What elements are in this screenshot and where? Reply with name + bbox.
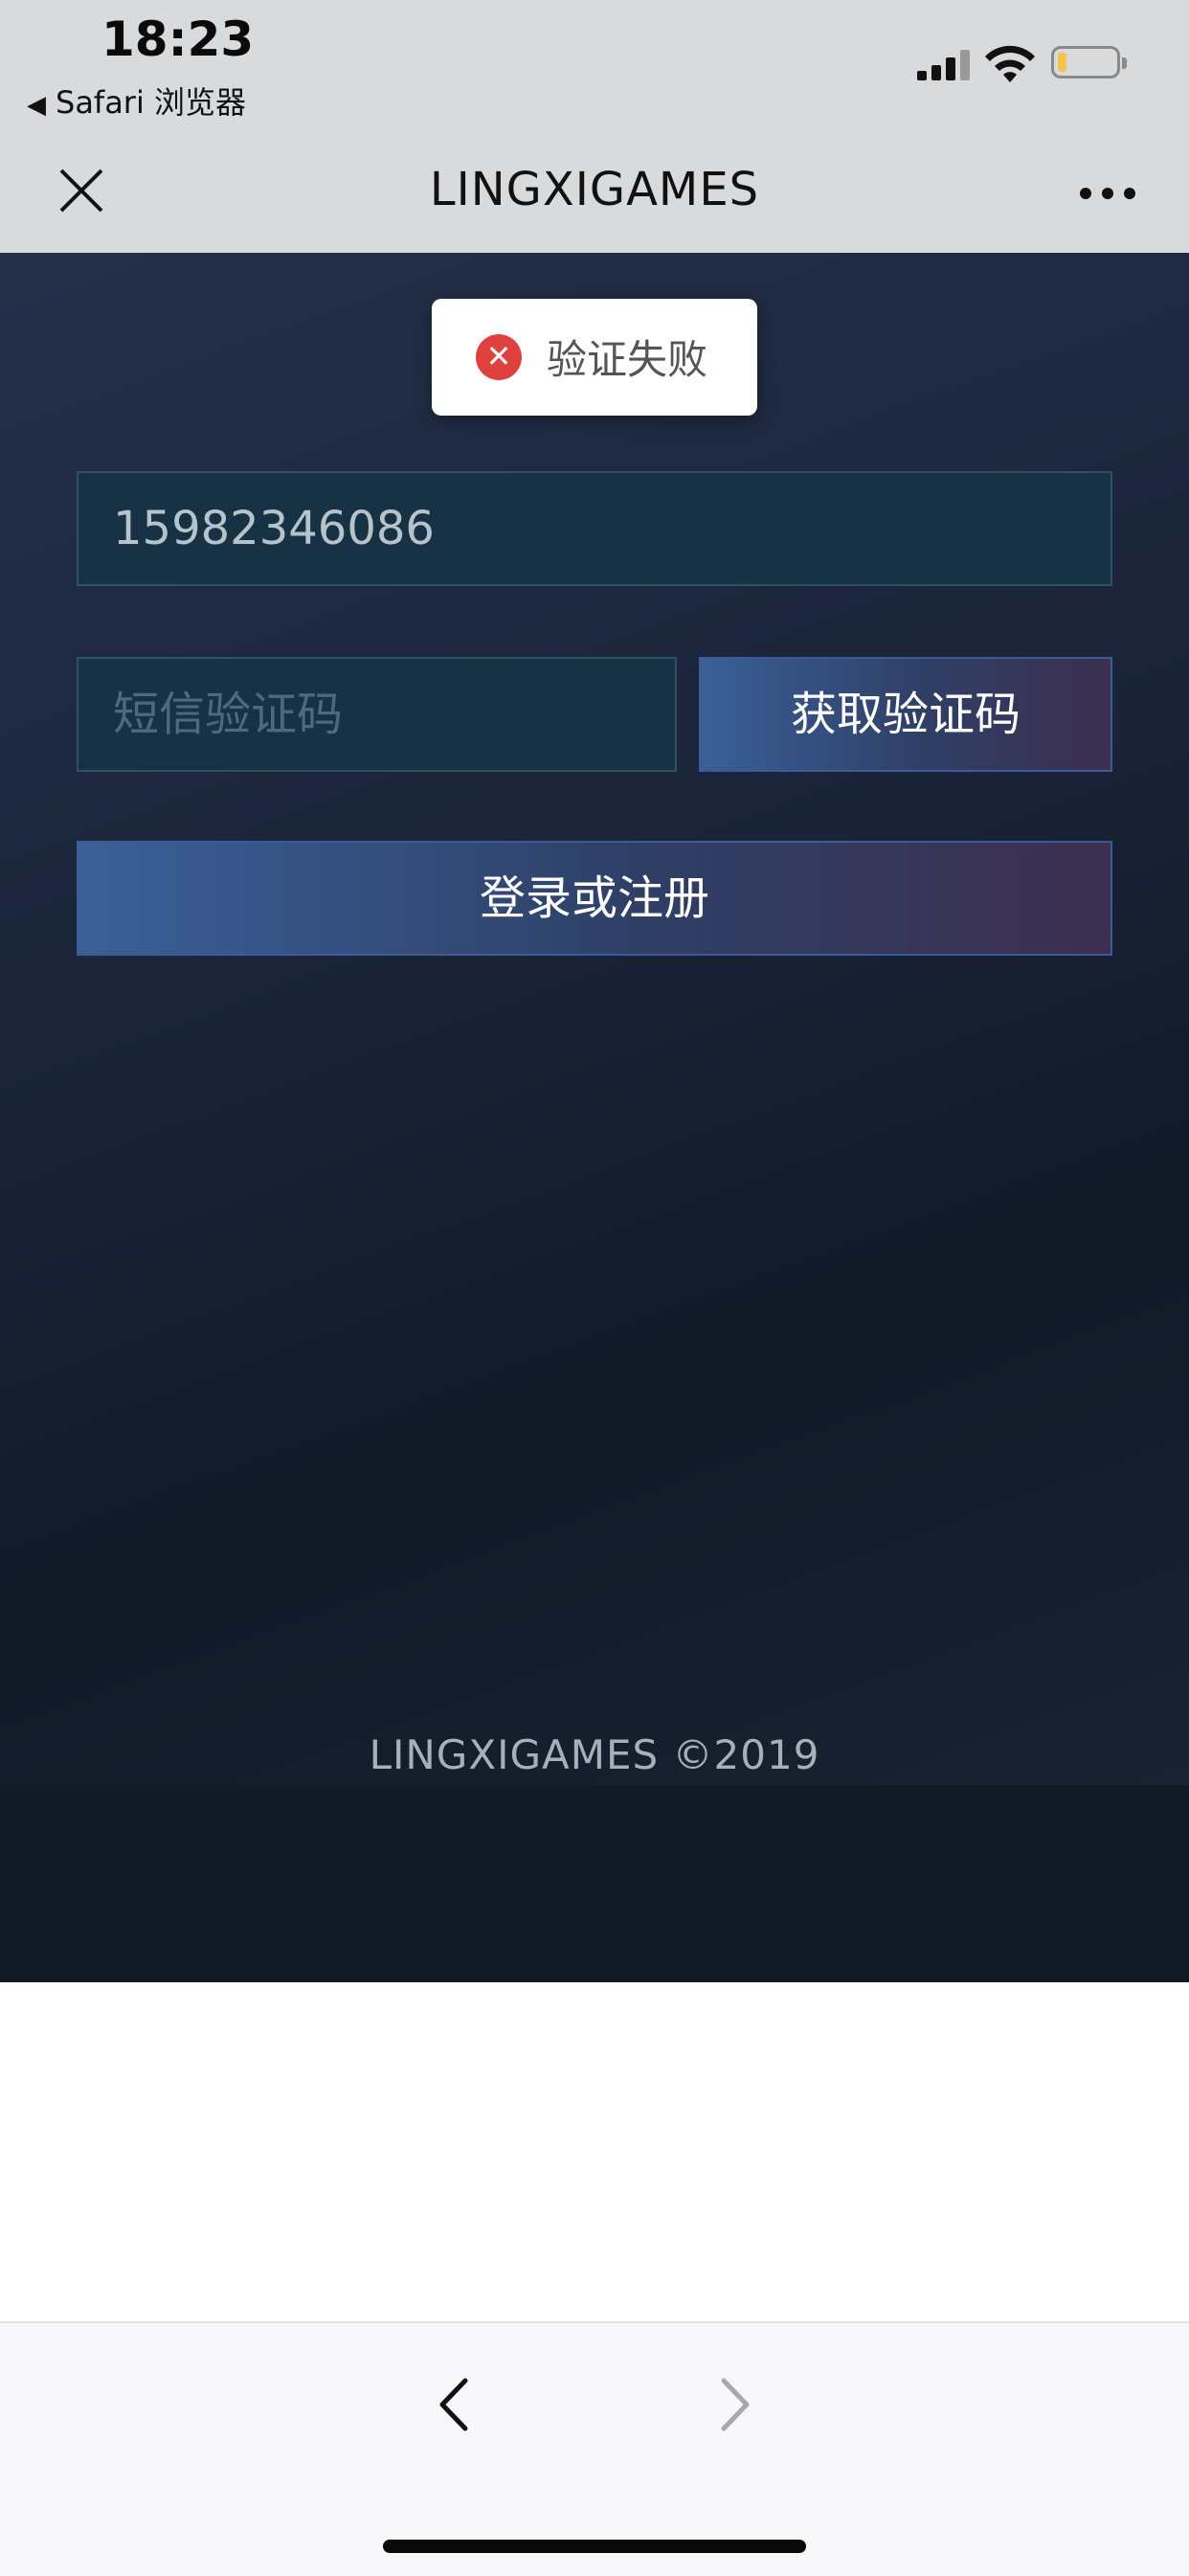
- toast-message: 验证失败: [547, 336, 708, 383]
- home-indicator: [383, 2540, 806, 2553]
- nav-bar: LINGXIGAMES: [0, 134, 1189, 253]
- back-app-label: Safari 浏览器: [56, 84, 247, 121]
- login-page: ✕ 验证失败 获取验证码 登录或注册: [0, 253, 1189, 1982]
- chevron-left-icon[interactable]: [425, 2371, 482, 2438]
- status-bar: 18:23 ◀ Safari 浏览器: [0, 0, 1189, 134]
- phone-input[interactable]: [77, 471, 1112, 586]
- battery-icon: [1051, 46, 1127, 79]
- browser-toolbar: [0, 2321, 1189, 2576]
- back-triangle-icon: ◀: [27, 91, 46, 120]
- cellular-signal-icon: [917, 50, 971, 80]
- battery-level: [1058, 53, 1066, 72]
- error-icon: ✕: [476, 334, 522, 380]
- chevron-right-icon[interactable]: [707, 2371, 764, 2438]
- status-time: 18:23: [101, 11, 255, 67]
- more-icon[interactable]: [1076, 180, 1139, 203]
- error-toast: ✕ 验证失败: [432, 299, 757, 416]
- back-to-app-link[interactable]: ◀ Safari 浏览器: [27, 79, 246, 123]
- copyright-text: LINGXIGAMES ©2019: [369, 1731, 820, 1778]
- get-code-button[interactable]: 获取验证码: [699, 657, 1112, 772]
- login-register-button[interactable]: 登录或注册: [77, 841, 1112, 956]
- page-title: LINGXIGAMES: [429, 163, 760, 216]
- footer-area: [0, 1785, 1189, 1982]
- sms-code-input[interactable]: [77, 657, 677, 772]
- wifi-icon: [985, 45, 1035, 82]
